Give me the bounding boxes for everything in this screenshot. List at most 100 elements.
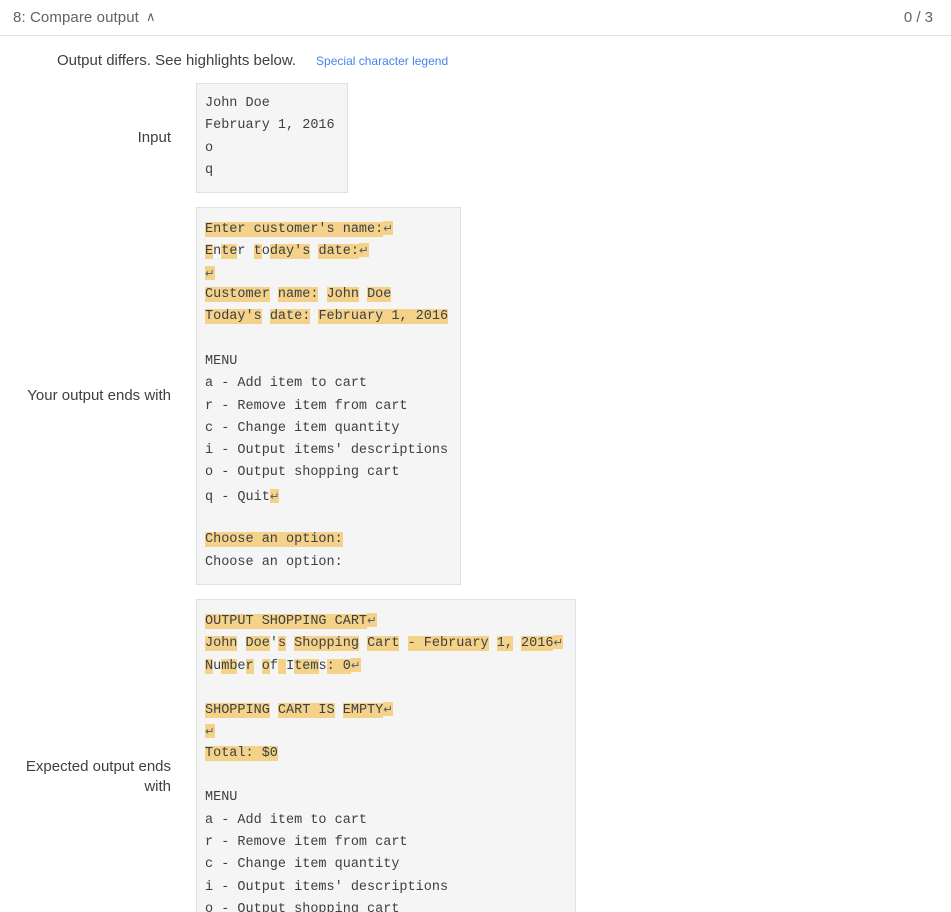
score-badge: 0 / 3	[903, 9, 933, 26]
output-line: Choose an option:	[205, 552, 448, 574]
plain-text: MENU	[205, 353, 238, 369]
highlighted-text: Doe	[367, 287, 392, 303]
highlighted-text: Customer	[205, 287, 270, 303]
io-panel-expected-output: OUTPUT SHOPPING CART↵ John Doe's Shopping…	[196, 598, 577, 912]
highlighted-text: CART IS	[277, 703, 335, 719]
highlighted-text: s	[277, 636, 287, 652]
highlighted-text: te	[221, 244, 238, 260]
plain-text	[359, 636, 367, 651]
plain-text: o - Output shopping cart	[205, 465, 400, 481]
io-rows-container: Input John Doe February 1, 2016 o q Your outp…	[0, 83, 951, 912]
output-line: Today's date: February 1, 2016	[205, 306, 449, 328]
newline-glyph: ↵	[367, 612, 377, 627]
io-row-your-output: Your output ends with Enter customer's na…	[0, 207, 951, 585]
output-line: Total: $0	[205, 743, 563, 765]
highlighted-text	[277, 658, 287, 674]
highlighted-text: 2016	[521, 636, 554, 652]
output-line: i - Output items' descriptions	[205, 440, 448, 462]
plain-text	[318, 287, 326, 302]
output-line: o - Output shopping cart	[205, 462, 448, 484]
plain-text	[270, 703, 278, 718]
output-line: r - Remove item from cart	[205, 832, 563, 854]
output-line: MENU	[205, 787, 563, 809]
highlighted-text: OUTPUT SHOPPING CART	[205, 613, 368, 629]
plain-text: e	[237, 658, 246, 674]
output-line: ↵	[205, 262, 448, 284]
highlighted-text: February 1, 2016	[318, 309, 449, 325]
chevron-up-icon[interactable]: ∧	[146, 10, 156, 23]
plain-text: u	[213, 658, 222, 674]
output-line: c - Change item quantity	[205, 418, 448, 440]
plain-text: r	[237, 244, 254, 260]
highlighted-text: Shopping	[294, 636, 359, 652]
plain-text: n	[213, 244, 222, 260]
output-line: OUTPUT SHOPPING CART↵	[205, 609, 563, 631]
highlighted-text: E	[205, 244, 214, 260]
plain-text: a - Add item to cart	[205, 812, 368, 828]
highlighted-text: day's	[269, 244, 311, 260]
newline-glyph: ↵	[269, 488, 280, 503]
plain-text: a - Add item to cart	[205, 376, 368, 392]
io-row-input: Input John Doe February 1, 2016 o q	[0, 83, 951, 194]
plain-text: s	[318, 658, 327, 674]
plain-text: I	[286, 658, 295, 674]
highlighted-text: tem	[294, 658, 319, 674]
highlighted-text: N	[205, 658, 214, 674]
output-line: a - Add item to cart	[205, 810, 563, 832]
plain-text: o - Output shopping cart	[205, 901, 400, 912]
special-character-legend-link[interactable]: Special character legend	[316, 54, 448, 68]
highlighted-text: SHOPPING	[205, 703, 270, 719]
plain-text	[335, 703, 343, 718]
plain-text: MENU	[205, 790, 238, 806]
output-line: Enter customer's name:↵	[205, 217, 448, 239]
section-header: 8: Compare output ∧ 0 / 3	[0, 0, 951, 36]
plain-text	[262, 309, 270, 324]
output-line: o	[205, 138, 335, 160]
highlighted-text: t	[253, 244, 262, 260]
highlighted-text: John	[326, 287, 359, 303]
plain-text: February 1, 2016	[205, 118, 335, 134]
io-label-your-output: Your output ends with	[27, 387, 171, 405]
plain-text: '	[269, 636, 278, 652]
io-label-input: Input	[137, 129, 171, 147]
highlighted-text: r	[245, 658, 254, 674]
output-line: John Doe's Shopping Cart - February 1, 2…	[205, 631, 564, 653]
plain-text: o	[205, 140, 214, 156]
plain-text	[399, 636, 407, 651]
plain-text	[254, 659, 262, 674]
diff-status-text: Output differs. See highlights below.	[57, 52, 297, 69]
io-label-expected-output: Expected output ends with	[25, 757, 171, 795]
highlighted-text: date:	[318, 244, 359, 260]
plain-text: c - Change item quantity	[205, 857, 400, 873]
plain-text	[489, 636, 497, 651]
highlighted-text: - February	[407, 636, 489, 652]
plain-text	[286, 636, 294, 651]
highlighted-text: Cart	[367, 636, 400, 652]
highlighted-text: Enter customer's name:	[205, 222, 384, 238]
plain-text: John Doe	[205, 96, 270, 111]
highlighted-text: Doe	[245, 636, 270, 652]
output-line: MENU	[205, 351, 448, 373]
output-line: q	[205, 160, 335, 182]
compare-output-body: Output differs. See highlights below. Sp…	[0, 36, 951, 912]
output-line: a - Add item to cart	[205, 373, 448, 395]
highlighted-text: 1,	[496, 636, 513, 652]
output-line: Customer name: John Doe	[205, 284, 448, 306]
plain-text: q	[205, 162, 214, 178]
plain-text	[359, 287, 367, 302]
io-panel-your-output: Enter customer's name:↵ Enter today's dat…	[196, 207, 462, 585]
output-line: John Doe	[205, 93, 335, 115]
output-line: q - Quit↵	[205, 485, 448, 507]
plain-text: o	[261, 244, 270, 260]
compare-output-page: 8: Compare output ∧ 0 / 3 Output differs…	[0, 0, 951, 912]
newline-glyph: ↵	[383, 702, 393, 717]
output-line: Number of Items: 0↵	[205, 654, 563, 676]
highlighted-text: John	[205, 636, 238, 652]
output-line: c - Change item quantity	[205, 854, 563, 876]
newline-glyph: ↵	[553, 635, 564, 650]
plain-text	[513, 636, 521, 651]
highlighted-text: name:	[277, 287, 319, 303]
newline-glyph: ↵	[358, 243, 369, 258]
